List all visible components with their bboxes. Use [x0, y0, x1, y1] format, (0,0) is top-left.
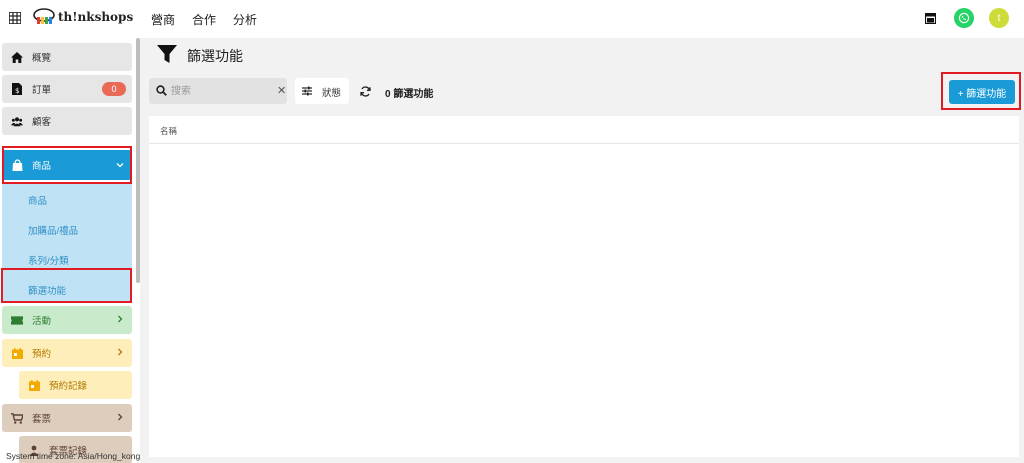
calendar-icon	[11, 347, 23, 359]
page-header: 篩選功能	[145, 38, 1024, 71]
sidebar-item-events[interactable]: 活動	[2, 306, 132, 334]
search-icon	[156, 85, 167, 96]
ticket-icon	[11, 314, 23, 326]
home-icon	[11, 51, 23, 63]
toolbar: ✕ 狀態 0 篩選功能 + 篩選功能	[145, 72, 1024, 114]
header-divider	[149, 143, 1019, 144]
sidebar-item-label: 訂單	[32, 85, 52, 96]
calendar-icon	[28, 379, 40, 391]
sidebar-scrollbar[interactable]	[136, 38, 140, 283]
sidebar-subitem-products[interactable]: 商品	[28, 193, 47, 207]
sidebar-item-customers[interactable]: 顧客	[2, 107, 132, 135]
store-icon[interactable]	[925, 13, 936, 24]
filter-icon	[157, 45, 177, 63]
add-filter-button[interactable]: + 篩選功能	[949, 80, 1015, 104]
logo-icon	[33, 8, 55, 24]
shopping-bag-icon	[11, 159, 23, 171]
chevron-right-icon	[118, 413, 123, 421]
users-icon	[11, 115, 23, 127]
sidebar-item-products[interactable]: 商品	[2, 150, 132, 180]
nav-analytics[interactable]: 分析	[233, 11, 257, 28]
whatsapp-icon[interactable]	[954, 8, 974, 28]
products-submenu	[2, 183, 132, 303]
sidebar-item-label: 預約	[32, 349, 52, 360]
chevron-right-icon	[118, 315, 123, 323]
sidebar-subitem-filters[interactable]: 篩選功能	[28, 283, 66, 297]
sidebar: 概覽 $ 訂單 0 顧客 商品 商品 加購品/禮品 系列/分類 篩選功能 活動	[0, 38, 140, 463]
timezone-note: System time zone: Asia/Hong_kong	[6, 451, 141, 461]
sidebar-item-label: 預約記錄	[49, 381, 88, 392]
page-title: 篩選功能	[187, 48, 243, 64]
sidebar-subitem-booking-records[interactable]: 預約記錄	[19, 371, 132, 399]
sidebar-item-label: 概覽	[32, 53, 52, 64]
sidebar-item-label: 商品	[32, 161, 52, 172]
search-input[interactable]	[171, 83, 271, 99]
clear-icon[interactable]: ✕	[277, 84, 286, 97]
sliders-icon	[302, 86, 312, 96]
chevron-right-icon	[118, 348, 123, 356]
svg-text:$: $	[15, 87, 19, 95]
nav-partnership[interactable]: 合作	[192, 11, 216, 28]
sidebar-subitem-addons-gifts[interactable]: 加購品/禮品	[28, 223, 78, 237]
nav-business[interactable]: 營商	[151, 11, 175, 28]
sidebar-item-tickets[interactable]: 套票	[2, 404, 132, 432]
whatsapp-glyph-icon	[958, 12, 970, 24]
top-nav: 營商 合作 分析	[151, 0, 257, 38]
sidebar-subitem-collections[interactable]: 系列/分類	[28, 253, 69, 267]
sidebar-item-label: 套票	[32, 414, 52, 425]
sidebar-item-overview[interactable]: 概覽	[2, 43, 132, 71]
result-count: 0 篩選功能	[385, 89, 434, 100]
column-header-name[interactable]: 名稱	[160, 125, 177, 137]
logo[interactable]: th!nkshops	[33, 8, 133, 26]
avatar[interactable]: t	[989, 8, 1009, 28]
filters-table: 名稱	[149, 116, 1019, 457]
refresh-icon[interactable]	[360, 86, 371, 97]
cart-icon	[11, 412, 23, 424]
top-bar: th!nkshops 營商 合作 分析 t	[0, 0, 1024, 38]
search-box: ✕	[149, 78, 287, 104]
receipt-icon: $	[11, 83, 23, 95]
sidebar-item-orders[interactable]: $ 訂單 0	[2, 75, 132, 103]
orders-count-badge: 0	[102, 82, 126, 96]
sidebar-item-booking[interactable]: 預約	[2, 339, 132, 367]
logo-text: th!nkshops	[58, 10, 134, 24]
chevron-down-icon	[116, 163, 124, 168]
status-filter-button[interactable]: 狀態	[295, 78, 349, 104]
sidebar-item-label: 顧客	[32, 117, 52, 128]
status-filter-label: 狀態	[322, 88, 342, 99]
sidebar-item-label: 活動	[32, 316, 52, 327]
grid-icon[interactable]	[9, 12, 21, 24]
